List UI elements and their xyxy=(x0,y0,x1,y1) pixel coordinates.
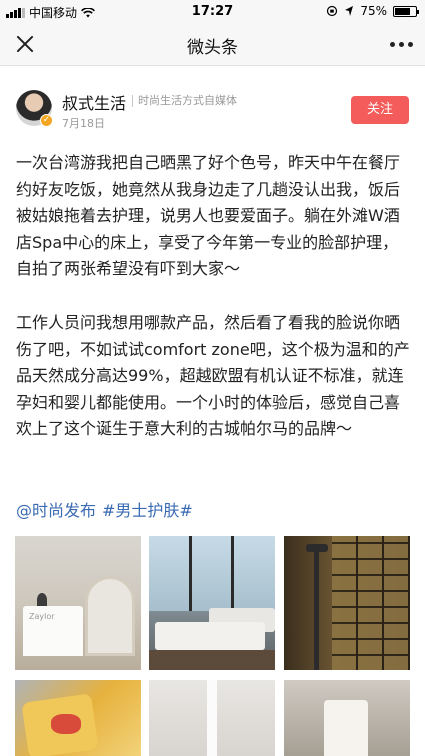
photo-spa-reception[interactable]: Zaylor xyxy=(15,536,141,670)
mention-link[interactable]: @时尚发布 xyxy=(16,497,96,521)
window-mullion xyxy=(189,536,192,611)
light-strip xyxy=(207,680,217,756)
photo-shower[interactable] xyxy=(284,536,410,670)
massage-bed xyxy=(155,622,265,650)
photo-product[interactable] xyxy=(284,680,410,756)
battery-icon xyxy=(393,5,419,17)
status-bar: 中国移动 17:27 75% xyxy=(0,0,425,22)
more-options-icon[interactable] xyxy=(390,42,413,47)
photo-pillow[interactable] xyxy=(15,680,141,756)
tile-grout xyxy=(332,536,410,670)
product-bottle xyxy=(324,700,368,756)
photo-treatment-room[interactable] xyxy=(149,536,275,670)
follow-button[interactable]: 关注 xyxy=(351,96,409,124)
post-date: 7月18日 xyxy=(62,117,105,130)
location-icon xyxy=(345,6,354,16)
shower-pipe xyxy=(314,546,319,670)
window-view xyxy=(149,536,275,611)
reception-counter: Zaylor xyxy=(23,606,83,656)
orientation-lock-icon xyxy=(327,5,338,17)
window-mullion xyxy=(231,536,234,611)
nav-bar: 微头条 xyxy=(0,22,425,66)
author-name[interactable]: 叔式生活 xyxy=(62,90,126,114)
author-header: ✓ 叔式生活 时尚生活方式自媒体 7月18日 关注 xyxy=(0,66,425,136)
page-title: 微头条 xyxy=(187,38,238,58)
battery-percent: 75% xyxy=(360,4,387,18)
status-right: 75% xyxy=(326,4,419,18)
person-figure xyxy=(37,593,47,607)
tag-list: @时尚发布 #男士护肤# xyxy=(16,497,193,521)
arch-decor xyxy=(85,576,135,656)
article-paragraph-1: 一次台湾游我把自己晒黑了好个色号，昨天中午在餐厅约好友吃饭，她竟然从我身边走了几… xyxy=(16,153,401,278)
pillow-logo xyxy=(51,714,81,734)
photo-corridor[interactable] xyxy=(149,680,275,756)
hashtag-link[interactable]: #男士护肤# xyxy=(102,497,193,521)
counter-logo: Zaylor xyxy=(29,612,55,621)
author-divider xyxy=(132,95,133,107)
floor xyxy=(149,650,275,670)
verified-badge-icon: ✓ xyxy=(40,114,53,127)
battery-level xyxy=(395,7,410,15)
article-paragraph-2: 工作人员问我想用哪款产品，然后看了看我的脸说你晒伤了吧，不如试试comfort … xyxy=(16,313,410,438)
author-description: 时尚生活方式自媒体 xyxy=(138,94,237,107)
